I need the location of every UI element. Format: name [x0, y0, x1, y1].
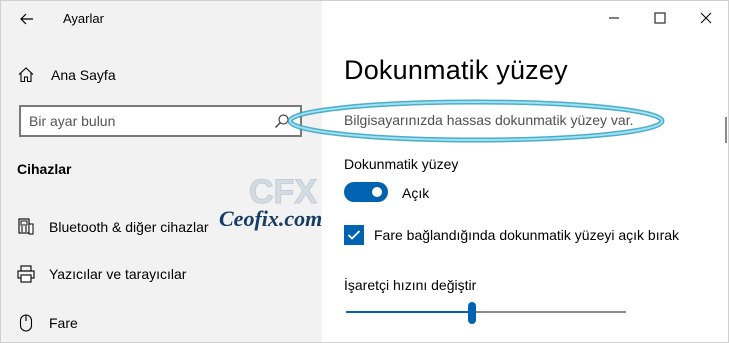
sidebar-item-label: Bluetooth & diğer cihazlar [49, 219, 209, 235]
page-title: Dokunmatik yüzey [344, 55, 568, 85]
maximize-button[interactable] [640, 3, 680, 33]
sidebar-item-printers[interactable]: Yazıcılar ve tarayıcılar [17, 260, 186, 288]
close-icon [700, 12, 712, 24]
printer-icon [17, 265, 35, 283]
close-button[interactable] [686, 3, 726, 33]
watermark-text: Ceofix.com [219, 206, 323, 231]
checkbox-label: Fare bağlandığında dokunmatik yüzeyi açı… [374, 227, 680, 243]
main-content: Dokunmatik yüzey Bilgisayarınızda hassas… [322, 1, 728, 342]
pointer-speed-slider[interactable] [346, 301, 626, 325]
search-input[interactable] [21, 107, 261, 135]
home-icon [18, 67, 34, 83]
highlight-ellipse [287, 99, 665, 143]
app-title: Ayarlar [63, 11, 104, 26]
pointer-speed-label: İşaretçi hızını değiştir [344, 277, 477, 293]
back-button[interactable] [13, 5, 41, 33]
mouse-icon [17, 314, 35, 332]
toggle-state-label: Açık [402, 185, 430, 201]
settings-search-box[interactable] [19, 105, 302, 137]
sidebar-item-bluetooth[interactable]: Bluetooth & diğer cihazlar [17, 213, 209, 241]
leave-touchpad-on-checkbox[interactable] [344, 225, 364, 245]
nav-home-label: Ana Sayfa [51, 67, 116, 83]
section-title: Cihazlar [17, 161, 72, 177]
sidebar-item-label: Fare [49, 315, 78, 331]
scrollbar-thumb[interactable] [725, 117, 727, 143]
toggle-knob [372, 187, 382, 197]
minimize-button[interactable] [594, 3, 634, 33]
touchpad-toggle[interactable] [344, 182, 388, 202]
sidebar-item-label: Yazıcılar ve tarayıcılar [49, 266, 187, 282]
minimize-icon [609, 17, 619, 19]
touchpad-toggle-label: Dokunmatik yüzey [344, 156, 459, 172]
maximize-icon [654, 12, 666, 24]
nav-home[interactable]: Ana Sayfa [17, 61, 116, 89]
slider-fill [346, 311, 472, 313]
slider-thumb[interactable] [468, 302, 476, 324]
back-arrow-icon [20, 13, 33, 25]
settings-window: Ayarlar Ana Sayfa Cihazlar [0, 0, 729, 343]
sidebar-item-mouse[interactable]: Fare [17, 309, 78, 337]
bluetooth-devices-icon [17, 218, 35, 236]
checkmark-icon [347, 230, 361, 240]
